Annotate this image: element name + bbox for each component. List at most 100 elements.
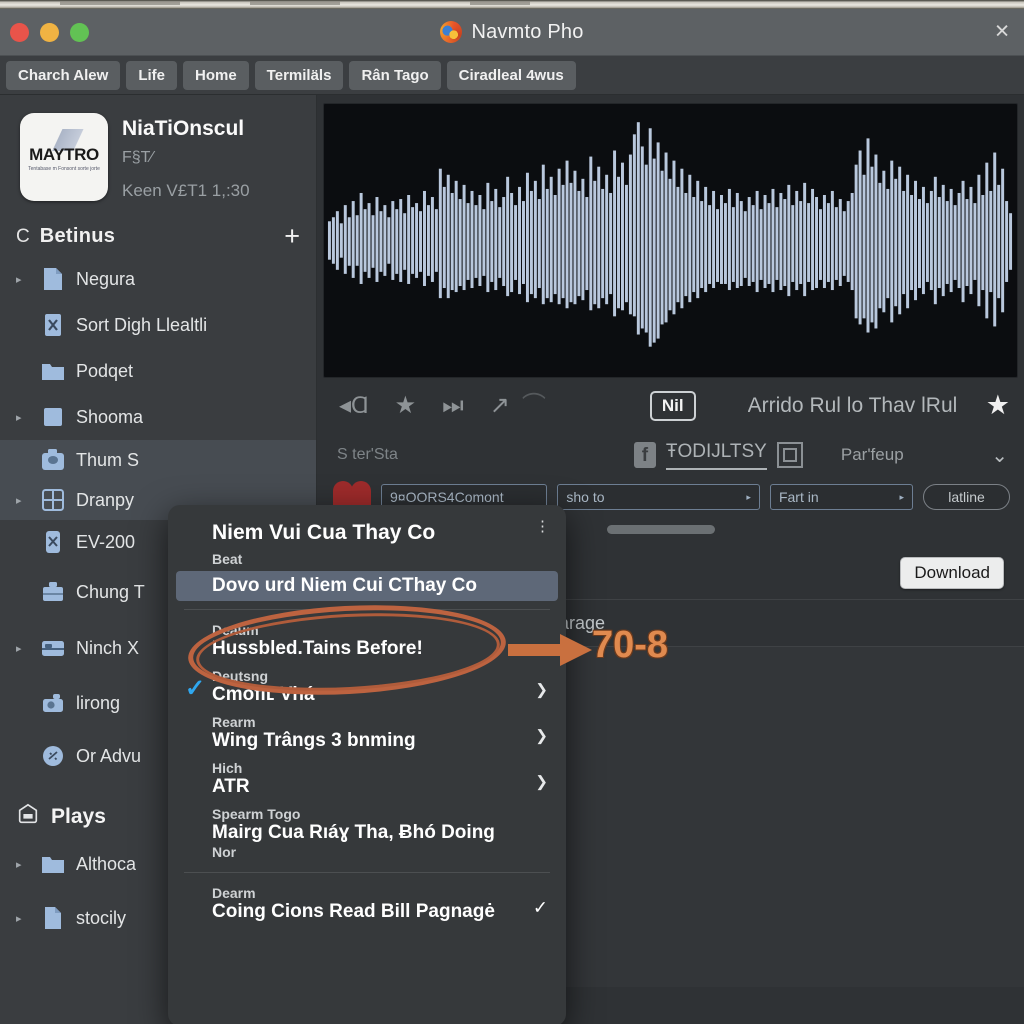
chevron-right-icon[interactable]: ▸ (16, 494, 30, 507)
window-title-group: Navmto Pho (0, 21, 1024, 44)
menu-item-value: ATR (212, 776, 250, 797)
menu-item-6[interactable]: Dearm Coing Cions Read Bill Pagnagė ✓ (168, 881, 566, 927)
select-sho-to[interactable]: sho to ▸ (557, 484, 760, 510)
tab-0[interactable]: Charch Alew (6, 60, 121, 90)
checkmark-icon: ✓ (532, 897, 548, 918)
add-item-button[interactable]: + (284, 223, 300, 250)
menu-item-3[interactable]: Rearm Wing Trângs 3 bnming ❯ (168, 710, 566, 756)
badge-icon (40, 743, 66, 769)
star-filled-icon[interactable]: ★ (986, 390, 1010, 421)
next-track-icon[interactable]: ⏭ (442, 393, 464, 418)
progress-bar-fill (607, 525, 715, 534)
menu-item-2[interactable]: ✓ Deutsng Cmofiʟ Vhá ❯ (168, 664, 566, 710)
menu-divider (184, 872, 550, 873)
more-options-icon[interactable]: ⋮ (535, 519, 550, 534)
chevron-down-icon: ▸ (899, 491, 904, 502)
check-icon: ✓ (185, 674, 206, 702)
frame-icon[interactable] (776, 442, 803, 468)
file-x-icon (40, 312, 66, 338)
chevron-right-icon[interactable]: ▸ (16, 642, 30, 655)
player-controls: ◂Ɑ ★ ⏭ ↗ ⌒ Nil Arrido Rul lo Thav lRul ★ (317, 378, 1024, 433)
meta-center-group: f ŦODIJLTSY Par'feup (633, 441, 904, 470)
camera-icon (40, 447, 66, 473)
sidebar-item-label: Podqet (76, 360, 134, 381)
menu-item-sub: Deutsng (212, 668, 268, 684)
tab-5[interactable]: Ciradleal 4wus (446, 60, 576, 90)
grid-icon (40, 487, 66, 513)
traffic-lights (10, 22, 89, 42)
sidebar-item-label: stocily (76, 907, 127, 928)
submenu-arrow-icon[interactable]: ❯ (535, 773, 548, 791)
close-window-button[interactable] (10, 22, 29, 42)
chevron-down-icon[interactable]: ⌄ (991, 443, 1008, 468)
sidebar-item-label: Negura (76, 268, 136, 289)
sidebar-item-label: Althoca (76, 853, 137, 874)
device-x-icon (40, 529, 66, 555)
home-pentagon-icon (16, 802, 40, 831)
minimize-window-button[interactable] (40, 22, 59, 42)
submenu-arrow-icon[interactable]: ❯ (535, 727, 548, 745)
chevron-right-icon[interactable]: ▸ (16, 912, 30, 925)
tab-4[interactable]: Rân Tago (349, 60, 441, 90)
sidebar-item-podqet[interactable]: ▸ Podqet (0, 348, 316, 394)
tab-1[interactable]: Life (126, 60, 177, 90)
sidebar-item-sort-digh[interactable]: ▸ Sort Digh Llealtli (0, 302, 316, 348)
download-button[interactable]: Download (900, 557, 1004, 589)
menu-item-sub: Beat (212, 551, 243, 567)
star-icon[interactable]: ★ (395, 393, 417, 418)
sidebar-item-label: Thum S (76, 449, 140, 470)
chevron-right-icon[interactable]: ▸ (16, 411, 30, 424)
context-menu[interactable]: Niem Vui Cua Thay Co ⋮ Beat Dovo urd Nie… (168, 505, 566, 1024)
menu-item-sub: Dearm (212, 885, 256, 901)
bed-icon (40, 635, 66, 661)
menu-item-sub: Hiсh (212, 760, 243, 776)
desktop-top-strip (0, 0, 1024, 9)
sidebar-item-label: Chung T (76, 581, 145, 602)
tab-2[interactable]: Home (182, 60, 249, 90)
chevron-right-icon[interactable]: ▸ (16, 273, 30, 286)
document-icon (40, 905, 66, 931)
maximize-window-button[interactable] (70, 22, 89, 42)
menu-item-sub: Rearm (212, 714, 256, 730)
menu-item-1[interactable]: Deaum Hussbled.Tains Before! (168, 618, 566, 664)
menu-item-value: Coing Cions Read Bill Pagnagė (212, 901, 495, 922)
menu-item-0-sub: Beat (168, 547, 566, 571)
sidebar-item-thum-s[interactable]: ▸ Thum S (0, 440, 316, 480)
chevron-down-icon: ▸ (746, 491, 751, 502)
window-titlebar: Navmto Pho ✕ (0, 9, 1024, 56)
square-icon (40, 404, 66, 430)
sidebar-item-shooma[interactable]: ▸ Shooma (0, 394, 316, 440)
menu-item-value: Hussbled.Tains Before! (212, 638, 423, 659)
menu-item-sub: Spearm Togo (212, 806, 301, 822)
menu-divider (184, 609, 550, 610)
facebook-icon[interactable]: f (633, 442, 656, 468)
share-arrow-icon[interactable]: ↗ (490, 393, 510, 418)
sidebar-item-label: Dranpy (76, 489, 135, 510)
sidebar-item-negura[interactable]: ▸ Negura (0, 256, 316, 302)
select-fart-in[interactable]: Fart in ▸ (769, 484, 913, 510)
account-header: MAYTRO Tentabase m Fonsont sorte jorte N… (0, 95, 316, 211)
latline-pill-button[interactable]: latline (923, 484, 1010, 510)
close-icon[interactable]: ✕ (994, 23, 1010, 42)
nil-badge[interactable]: Nil (649, 390, 696, 421)
logo-wordmark: MAYTRO (29, 145, 99, 164)
logo-subtext: Tentabase m Fonsont sorte jorte (28, 166, 100, 172)
tab-bar: Charch Alew Life Home Termiläls Rân Tago… (0, 56, 1024, 95)
tab-3[interactable]: Termiläls (254, 60, 344, 90)
folder-icon (40, 851, 66, 877)
meta-right-label[interactable]: Par'feup (841, 445, 904, 465)
menu-item-4[interactable]: Hiсh ATR ❯ (168, 756, 566, 802)
menu-item-0[interactable]: Dovo urd Niem Cui CThay Co (176, 571, 558, 601)
rewind-icon[interactable]: ◂Ɑ (339, 393, 369, 418)
sidebar-section-title: Betinus (39, 225, 116, 247)
folder-icon (40, 358, 66, 384)
chevron-right-icon[interactable]: ▸ (16, 858, 30, 871)
submenu-arrow-icon[interactable]: ❯ (535, 681, 548, 699)
menu-item-value: Mairg Cua Rıáɣ Tha, Ƀhó Doing (212, 822, 495, 843)
context-menu-title: Niem Vui Cua Thay Co (212, 521, 436, 544)
meta-active-tag[interactable]: ŦODIJLTSY (665, 441, 767, 470)
menu-item-5[interactable]: Spearm Togo Mairg Cua Rıáɣ Tha, Ƀhó Doin… (168, 802, 566, 864)
curve-icon[interactable]: ⌒ (522, 393, 546, 418)
app-window: Navmto Pho ✕ Charch Alew Life Home Termi… (0, 0, 1024, 1024)
audio-waveform[interactable] (323, 103, 1018, 378)
